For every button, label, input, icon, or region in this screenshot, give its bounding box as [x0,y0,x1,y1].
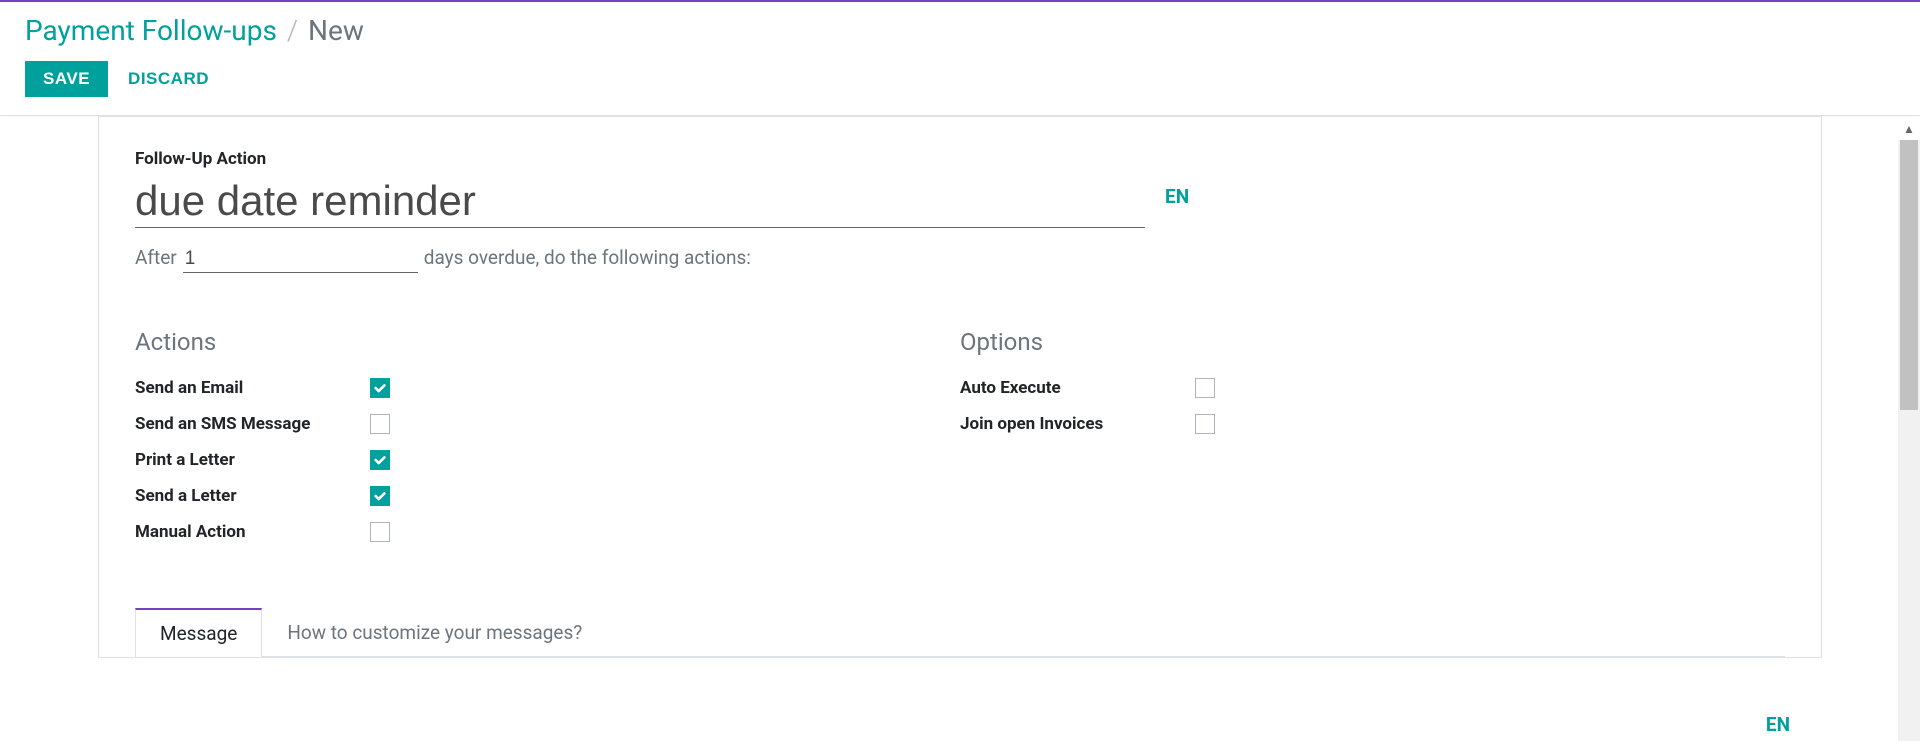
action-item-4-checkbox[interactable] [370,522,390,542]
option-item-1-checkbox[interactable] [1195,414,1215,434]
scrollbar-thumb[interactable] [1900,140,1918,410]
days-suffix-label: days overdue, do the following actions: [424,246,751,269]
action-item-0-label: Send an Email [135,378,370,398]
action-item-3-label: Send a Letter [135,486,370,506]
save-button[interactable]: SAVE [25,61,108,97]
option-item-1-label: Join open Invoices [960,414,1195,434]
breadcrumb-current: New [308,14,364,47]
action-item-4-label: Manual Action [135,522,370,542]
breadcrumb-separator: / [287,14,298,47]
discard-button[interactable]: DISCARD [128,69,209,89]
language-badge[interactable]: EN [1165,185,1189,228]
action-item-2-checkbox[interactable] [370,450,390,470]
breadcrumb-parent[interactable]: Payment Follow-ups [25,14,277,47]
followup-action-label: Follow-Up Action [135,149,1785,169]
after-label: After [135,246,177,269]
tab-1[interactable]: How to customize your messages? [262,608,607,657]
scroll-up-arrow[interactable]: ▲ [1898,118,1920,140]
actions-section-title: Actions [135,328,960,356]
action-item-2-label: Print a Letter [135,450,370,470]
breadcrumb: Payment Follow-ups / New [25,14,1895,47]
form-sheet: Follow-Up Action EN After days overdue, … [98,116,1822,658]
options-section-title: Options [960,328,1785,356]
option-item-0-checkbox[interactable] [1195,378,1215,398]
action-item-3-checkbox[interactable] [370,486,390,506]
language-badge-bottom[interactable]: EN [1766,713,1790,736]
option-item-0-label: Auto Execute [960,378,1195,398]
scrollbar-track[interactable] [1898,140,1920,741]
action-item-1-label: Send an SMS Message [135,414,370,434]
days-overdue-input[interactable] [183,246,418,273]
header: Payment Follow-ups / New SAVE DISCARD [0,2,1920,115]
followup-title-input[interactable] [135,175,1145,228]
action-item-0-checkbox[interactable] [370,378,390,398]
tab-0[interactable]: Message [135,608,262,657]
action-item-1-checkbox[interactable] [370,414,390,434]
